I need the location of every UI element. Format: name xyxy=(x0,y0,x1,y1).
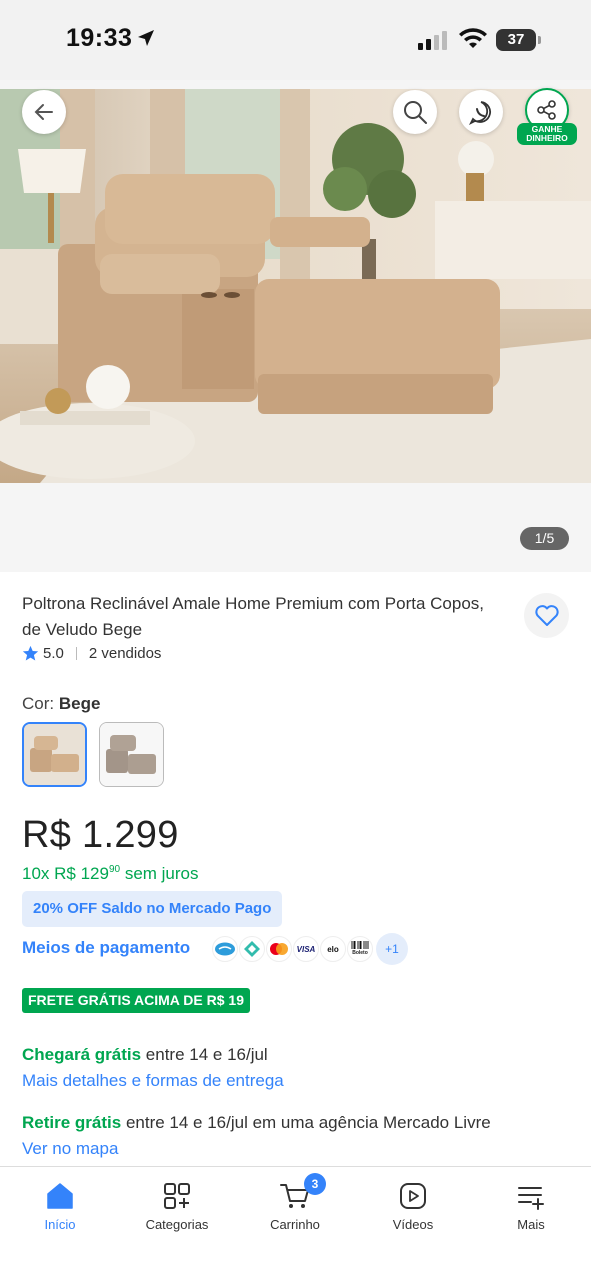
search-button[interactable] xyxy=(393,90,437,134)
video-icon xyxy=(400,1183,426,1209)
sold-count: 2 vendidos xyxy=(88,645,162,662)
promo-badge[interactable]: 20% OFF Saldo no Mercado Pago xyxy=(22,891,283,927)
status-time: 19:33 xyxy=(66,24,133,52)
whatsapp-button[interactable] xyxy=(459,90,503,134)
nav-home[interactable]: Início xyxy=(1,1179,119,1232)
color-label: Cor: xyxy=(22,694,55,713)
menu-plus-icon xyxy=(518,1187,544,1210)
location-arrow-icon xyxy=(136,28,156,53)
visa-label: VISA xyxy=(296,944,316,954)
nav-categories[interactable]: Categorias xyxy=(118,1179,236,1232)
nav-cart[interactable]: 3 Carrinho xyxy=(236,1173,354,1232)
rating-row[interactable]: 5.0 2 vendidos xyxy=(22,645,161,662)
arrow-left-icon xyxy=(34,104,53,120)
product-photo xyxy=(0,89,591,483)
elo-label: elo xyxy=(327,944,339,954)
delivery-details-link[interactable]: Mais detalhes e formas de entrega xyxy=(22,1071,284,1091)
gallery-counter: 1/5 xyxy=(520,527,569,550)
share-icon xyxy=(537,100,556,120)
nav-more[interactable]: Mais xyxy=(472,1179,590,1232)
installments-cents: 90 xyxy=(108,864,121,875)
product-title: Poltrona Reclinável Amale Home Premium c… xyxy=(22,594,485,639)
pickup-info: Retire grátis entre 14 e 16/jul em uma a… xyxy=(22,1113,491,1133)
heart-icon xyxy=(534,604,559,626)
pickup-dates: entre 14 e 16/jul em uma agência Mercado… xyxy=(125,1113,491,1132)
elo-icon: elo xyxy=(320,936,346,962)
color-option-bege[interactable] xyxy=(22,722,87,787)
nav-categories-label: Categorias xyxy=(145,1217,209,1232)
product-gallery[interactable]: GANHE DINHEIRO 1/5 xyxy=(0,80,591,572)
view-map-link[interactable]: Ver no mapa xyxy=(22,1139,118,1159)
nav-videos-label: Vídeos xyxy=(392,1217,434,1232)
nav-home-label: Início xyxy=(44,1217,76,1232)
boleto-icon: Boleto xyxy=(347,936,373,962)
pix-icon xyxy=(239,936,265,962)
arrival-info: Chegará grátis entre 14 e 16/jul xyxy=(22,1045,268,1065)
pickup-free-label: Retire grátis xyxy=(22,1113,122,1132)
color-thumb-image xyxy=(24,724,85,785)
color-value: Bege xyxy=(58,694,101,713)
favorite-button[interactable] xyxy=(524,593,569,638)
installments-suffix: sem juros xyxy=(124,864,199,883)
rating-score: 5.0 xyxy=(43,645,64,662)
arrival-free-label: Chegará grátis xyxy=(22,1045,142,1064)
mastercard-icon xyxy=(266,936,292,962)
earn-badge-line2: DINHEIRO xyxy=(526,133,568,143)
whatsapp-icon xyxy=(468,101,491,125)
visa-icon: VISA xyxy=(293,936,319,962)
signal-icon xyxy=(418,30,450,55)
color-selector-label: Cor: Bege xyxy=(22,694,100,714)
status-bar: 19:33 37 xyxy=(0,0,591,80)
installments: 10x R$ 12990 sem juros xyxy=(22,864,199,884)
mercado-pago-icon xyxy=(212,936,238,962)
payment-methods-link[interactable]: Meios de pagamento xyxy=(22,938,190,958)
cart-count-badge: 3 xyxy=(304,1173,326,1195)
more-payments-badge[interactable]: +1 xyxy=(376,933,408,965)
color-thumb-image xyxy=(100,723,163,786)
installments-amount: 10x R$ 129 xyxy=(22,864,109,883)
bottom-navigation: Início Categorias 3 Carrinho Vídeos Mais xyxy=(0,1166,591,1280)
nav-cart-label: Carrinho xyxy=(270,1217,320,1232)
back-button[interactable] xyxy=(22,90,66,134)
star-icon xyxy=(22,645,39,661)
rating-separator xyxy=(75,647,77,660)
home-icon xyxy=(47,1183,73,1209)
payment-icons[interactable]: VISA elo Boleto +1 xyxy=(212,932,408,966)
battery-icon: 37 xyxy=(496,29,541,51)
categories-icon xyxy=(164,1183,190,1209)
free-shipping-badge: FRETE GRÁTIS ACIMA DE R$ 19 xyxy=(22,988,250,1013)
wifi-icon xyxy=(459,28,487,55)
arrival-dates: entre 14 e 16/jul xyxy=(145,1045,268,1064)
boleto-label: Boleto xyxy=(352,950,368,956)
nav-more-label: Mais xyxy=(517,1217,545,1232)
nav-videos[interactable]: Vídeos xyxy=(354,1179,472,1232)
product-price: R$ 1.299 xyxy=(22,814,179,856)
color-option-gray[interactable] xyxy=(99,722,164,787)
search-icon xyxy=(404,101,427,124)
earn-money-badge[interactable]: GANHE DINHEIRO xyxy=(517,123,577,145)
